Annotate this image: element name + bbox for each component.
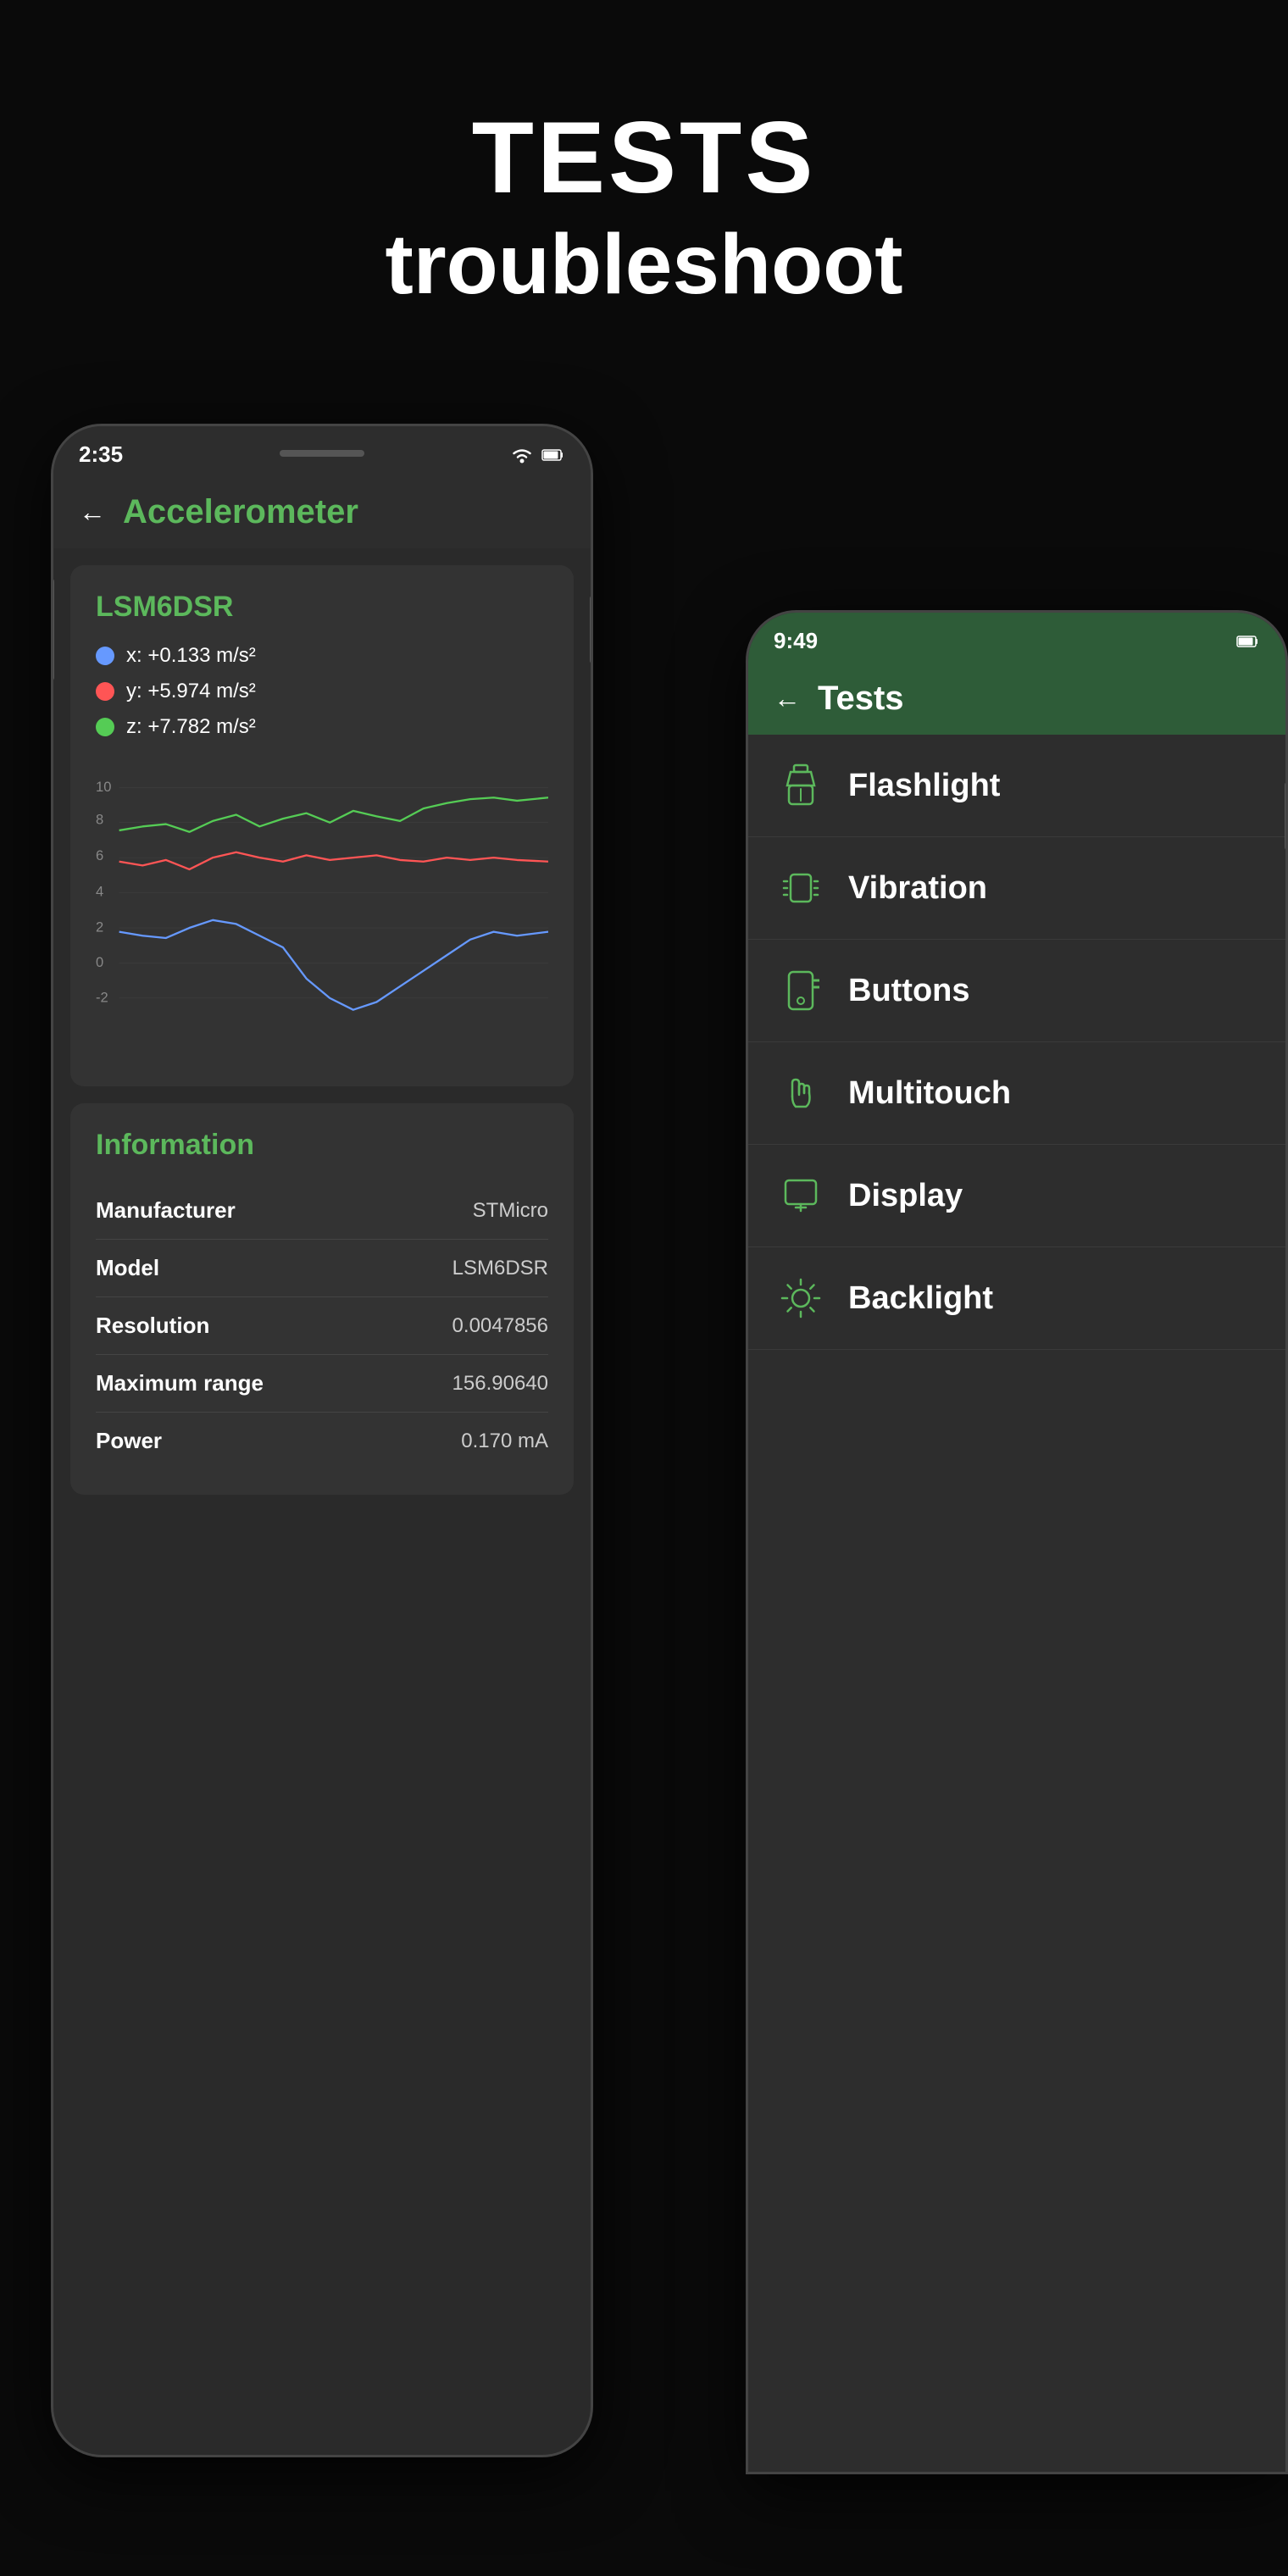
test-item-display[interactable]: Display	[748, 1145, 1285, 1247]
hero-section: TESTS troubleshoot	[0, 102, 1288, 315]
svg-text:8: 8	[96, 812, 103, 828]
svg-text:2: 2	[96, 919, 103, 935]
svg-text:-2: -2	[96, 989, 108, 1005]
flashlight-svg	[782, 763, 819, 808]
phone-power-button-right	[1285, 782, 1288, 850]
test-name-multitouch: Multitouch	[848, 1075, 1011, 1112]
phones-area: 2:35 ← Accelerometer	[0, 373, 1288, 2576]
flashlight-icon	[779, 763, 823, 808]
phone-power-button	[590, 596, 593, 663]
status-icons-right	[1236, 635, 1260, 648]
test-item-vibration[interactable]: Vibration	[748, 837, 1285, 940]
tests-list: Flashlight Vibration	[748, 735, 1285, 2474]
reading-y-value: y: +5.974 m/s²	[126, 680, 256, 703]
backlight-icon	[779, 1276, 823, 1320]
info-row-power: Power 0.170 mA	[96, 1413, 548, 1469]
status-time-right: 9:49	[774, 628, 818, 654]
reading-x-value: x: +0.133 m/s²	[126, 644, 256, 668]
test-name-display: Display	[848, 1178, 963, 1214]
app-header-tests: ← Tests	[748, 663, 1285, 735]
test-item-buttons[interactable]: Buttons	[748, 940, 1285, 1042]
buttons-svg	[782, 969, 819, 1013]
sensor-card: LSM6DSR x: +0.133 m/s² y: +5.974 m/s² z:…	[70, 565, 574, 1086]
phone-speaker	[280, 450, 364, 457]
dot-x	[96, 647, 114, 665]
svg-text:10: 10	[96, 779, 111, 795]
info-label-power: Power	[96, 1428, 162, 1454]
vibration-icon	[779, 866, 823, 910]
accelerometer-title: Accelerometer	[123, 493, 358, 531]
info-value-maxrange: 156.90640	[452, 1372, 548, 1396]
buttons-icon	[779, 969, 823, 1013]
info-row-model: Model LSM6DSR	[96, 1240, 548, 1297]
info-value-model: LSM6DSR	[452, 1257, 548, 1280]
reading-x: x: +0.133 m/s²	[96, 644, 548, 668]
tests-title: Tests	[818, 680, 904, 718]
status-icons-left	[509, 446, 565, 464]
info-label-manufacturer: Manufacturer	[96, 1197, 236, 1224]
sensor-card-title: LSM6DSR	[96, 591, 548, 624]
reading-z-value: z: +7.782 m/s²	[126, 715, 256, 739]
hero-title: TESTS	[0, 102, 1288, 214]
dot-z	[96, 718, 114, 736]
reading-z: z: +7.782 m/s²	[96, 715, 548, 739]
app-header-accelerometer: ← Accelerometer	[53, 476, 591, 548]
info-value-power: 0.170 mA	[461, 1430, 548, 1453]
info-row-maxrange: Maximum range 156.90640	[96, 1355, 548, 1413]
hero-subtitle: troubleshoot	[0, 214, 1288, 315]
phone-volume-button	[51, 579, 54, 680]
info-card-title: Information	[96, 1129, 548, 1162]
battery-icon-left	[541, 448, 565, 462]
test-item-flashlight[interactable]: Flashlight	[748, 735, 1285, 837]
status-bar-right: 9:49	[748, 613, 1285, 663]
svg-text:6: 6	[96, 847, 103, 863]
back-button-left[interactable]: ←	[79, 497, 106, 528]
info-label-maxrange: Maximum range	[96, 1370, 264, 1396]
backlight-svg	[779, 1276, 823, 1320]
info-value-resolution: 0.0047856	[452, 1314, 548, 1338]
test-item-backlight[interactable]: Backlight	[748, 1247, 1285, 1350]
test-name-backlight: Backlight	[848, 1280, 993, 1317]
reading-y: y: +5.974 m/s²	[96, 680, 548, 703]
test-name-vibration: Vibration	[848, 870, 987, 907]
info-label-model: Model	[96, 1255, 159, 1281]
phone-right: 9:49 ← Tests	[746, 610, 1288, 2474]
info-value-manufacturer: STMicro	[473, 1199, 548, 1223]
dot-y	[96, 682, 114, 701]
chart-svg: 10 8 6 4 2 0 -2	[96, 756, 548, 1061]
multitouch-icon	[779, 1071, 823, 1115]
test-item-multitouch[interactable]: Multitouch	[748, 1042, 1285, 1145]
accelerometer-chart: 10 8 6 4 2 0 -2	[96, 756, 548, 1061]
vibration-svg	[779, 866, 823, 910]
display-svg	[782, 1174, 819, 1218]
info-row-manufacturer: Manufacturer STMicro	[96, 1182, 548, 1240]
info-row-resolution: Resolution 0.0047856	[96, 1297, 548, 1355]
svg-text:0: 0	[96, 954, 103, 970]
multitouch-svg	[780, 1071, 821, 1115]
back-button-right[interactable]: ←	[774, 683, 801, 714]
info-card: Information Manufacturer STMicro Model L…	[70, 1103, 574, 1495]
wifi-icon	[509, 446, 535, 464]
phone-left: 2:35 ← Accelerometer	[51, 424, 593, 2457]
status-time-left: 2:35	[79, 441, 123, 468]
info-label-resolution: Resolution	[96, 1313, 209, 1339]
svg-text:4: 4	[96, 883, 103, 899]
test-name-flashlight: Flashlight	[848, 768, 1000, 804]
display-icon	[779, 1174, 823, 1218]
test-name-buttons: Buttons	[848, 973, 970, 1009]
battery-icon-right	[1236, 635, 1260, 648]
